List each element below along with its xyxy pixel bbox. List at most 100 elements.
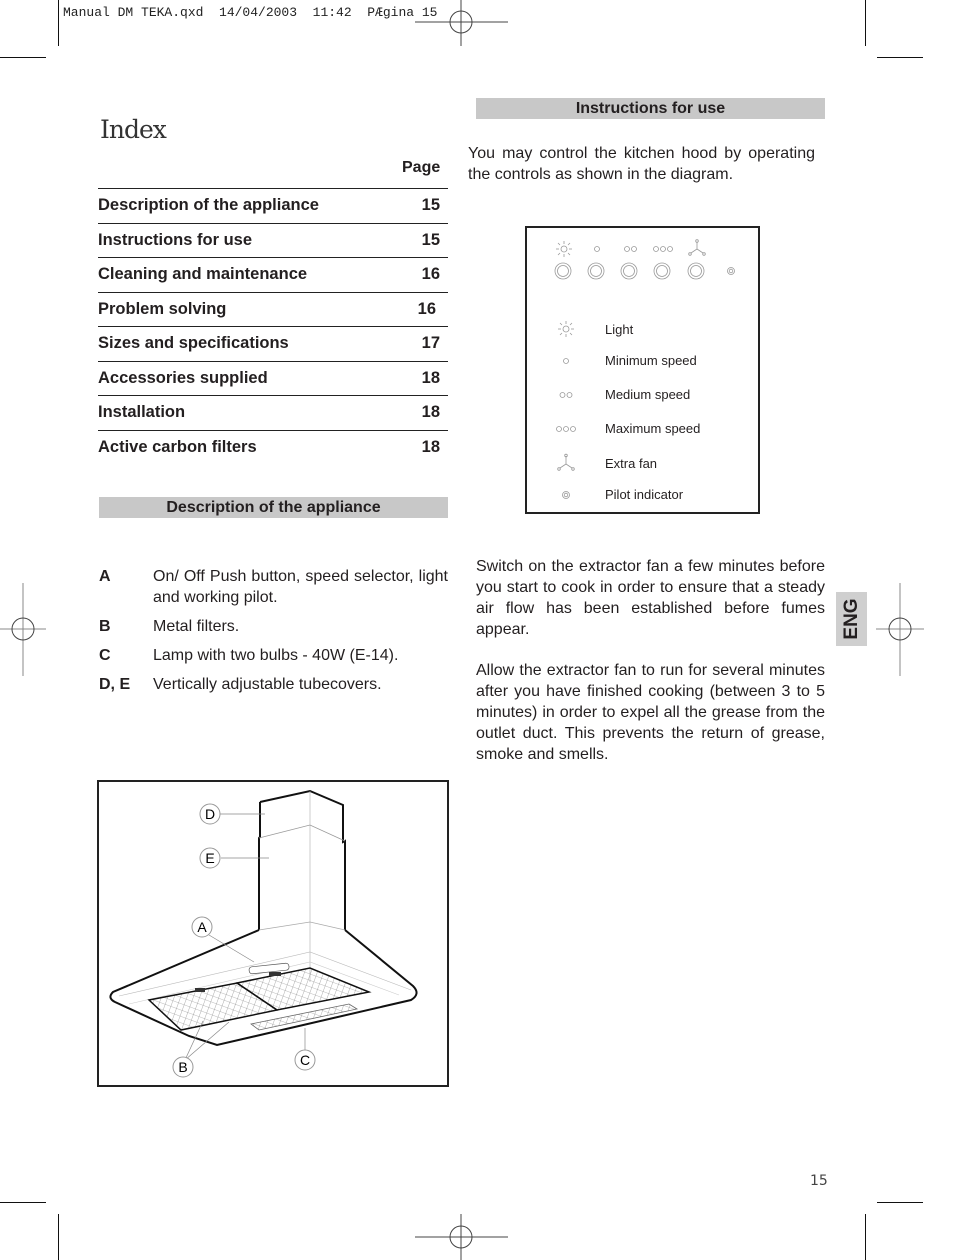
- legend-item-maximum-speed: Maximum speed: [527, 421, 700, 436]
- pilot-indicator-light: [727, 267, 735, 275]
- toc-page: 16: [417, 299, 436, 318]
- legend-item-pilot-indicator: Pilot indicator: [527, 487, 683, 502]
- callout-c: C: [294, 1049, 316, 1071]
- page-number: 15: [810, 1173, 828, 1189]
- legend-label: Minimum speed: [605, 353, 697, 368]
- crop-mark: [0, 1202, 46, 1203]
- part-text: Lamp with two bulbs - 40W (E-14).: [153, 647, 399, 664]
- knob-extra-fan[interactable]: [687, 262, 705, 280]
- legend-item-minimum-speed: Minimum speed: [527, 353, 697, 368]
- legend-item-extra-fan: Extra fan: [527, 453, 657, 473]
- parts-list: A On/ Off Push button, speed selector, li…: [99, 566, 448, 703]
- toc-entry[interactable]: Accessories supplied 18: [98, 362, 448, 396]
- minimum-speed-icon: [563, 357, 569, 364]
- table-of-contents: Description of the appliance 15 Instructi…: [98, 188, 448, 464]
- instructions-heading: Instructions for use: [476, 98, 825, 119]
- toc-label: Active carbon filters: [98, 437, 257, 456]
- part-item: B Metal filters.: [99, 616, 448, 637]
- part-key: D, E: [99, 676, 131, 693]
- part-text: Metal filters.: [153, 618, 240, 635]
- registration-mark-bottom: [415, 1214, 508, 1260]
- crop-mark: [865, 1214, 866, 1260]
- toc-page: 16: [421, 265, 440, 284]
- light-icon: [558, 321, 574, 337]
- knob-maximum-speed[interactable]: [653, 262, 671, 280]
- light-icon: [556, 241, 572, 257]
- part-key: B: [99, 618, 111, 635]
- toc-label: Accessories supplied: [98, 368, 268, 387]
- callout-b-label: B: [178, 1059, 187, 1075]
- legend-label: Medium speed: [605, 387, 691, 402]
- part-text: On/ Off Push button, speed selector, lig…: [153, 568, 448, 606]
- callout-d: D: [199, 803, 221, 825]
- knob-minimum-speed[interactable]: [587, 262, 605, 280]
- part-key: A: [99, 568, 111, 585]
- toc-page: 18: [421, 368, 440, 387]
- callout-a: A: [191, 916, 213, 938]
- part-item: D, E Vertically adjustable tubecovers.: [99, 674, 448, 695]
- maximum-speed-icon: [556, 425, 576, 432]
- legend-label: Light: [605, 321, 634, 337]
- callout-e: E: [199, 847, 221, 869]
- callout-d-label: D: [205, 806, 215, 822]
- instructions-paragraph-1: Switch on the extractor fan a few minute…: [476, 558, 825, 638]
- legend-label: Pilot indicator: [605, 487, 684, 502]
- toc-entry[interactable]: Problem solving 16: [98, 293, 448, 327]
- crop-mark: [0, 57, 46, 58]
- knob-medium-speed[interactable]: [620, 262, 638, 280]
- control-panel-diagram: Light Minimum speed Medium speed Maximum…: [525, 226, 760, 514]
- print-slug: Manual DM TEKA.qxd 14/04/2003 11:42 PÆgi…: [63, 5, 438, 20]
- toc-page: 17: [421, 334, 440, 353]
- toc-page: 15: [421, 196, 440, 215]
- extra-fan-icon: [688, 239, 706, 256]
- description-heading: Description of the appliance: [99, 497, 448, 518]
- callout-e-label: E: [205, 850, 214, 866]
- toc-page: 18: [421, 403, 440, 422]
- toc-label: Installation: [98, 403, 186, 422]
- part-key: C: [99, 647, 111, 664]
- callout-b: B: [172, 1056, 194, 1078]
- instructions-paragraph-2: Allow the extractor fan to run for sever…: [476, 662, 825, 763]
- language-tab: ENG: [836, 592, 867, 646]
- toc-entry[interactable]: Description of the appliance 15: [98, 189, 448, 224]
- crop-mark: [877, 57, 923, 58]
- crop-mark: [58, 1214, 59, 1260]
- pilot-indicator-icon: [562, 490, 570, 499]
- toc-label: Instructions for use: [98, 230, 253, 249]
- toc-label: Sizes and specifications: [98, 334, 289, 353]
- registration-mark-left: [0, 583, 46, 676]
- toc-entry[interactable]: Instructions for use 15: [98, 224, 448, 258]
- toc-label: Description of the appliance: [98, 196, 319, 215]
- legend-label: Maximum speed: [605, 421, 701, 436]
- part-item: C Lamp with two bulbs - 40W (E-14).: [99, 645, 448, 666]
- toc-entry[interactable]: Cleaning and maintenance 16: [98, 258, 448, 293]
- medium-speed-icon: [624, 246, 637, 252]
- medium-speed-icon: [559, 391, 573, 398]
- crop-mark: [865, 0, 866, 46]
- index-title: Index: [100, 115, 167, 144]
- toc-label: Problem solving: [98, 299, 227, 318]
- extra-fan-icon: [557, 453, 575, 471]
- instructions-intro: You may control the kitchen hood by oper…: [468, 145, 815, 183]
- toc-label: Cleaning and maintenance: [98, 265, 308, 284]
- legend-label: Extra fan: [605, 455, 658, 471]
- toc-page: 18: [421, 437, 440, 456]
- minimum-speed-icon: [594, 246, 600, 252]
- legend-item-medium-speed: Medium speed: [527, 387, 690, 402]
- crop-mark: [58, 0, 59, 46]
- toc-entry[interactable]: Installation 18: [98, 396, 448, 431]
- part-text: Vertically adjustable tubecovers.: [153, 676, 382, 693]
- hood-diagram: D E A B C: [97, 780, 449, 1087]
- hood-illustration: D E A B C: [109, 789, 418, 1078]
- knob-light[interactable]: [554, 262, 572, 280]
- page-column-header: Page: [402, 159, 441, 176]
- toc-entry[interactable]: Active carbon filters 18: [98, 431, 448, 465]
- registration-mark-right: [876, 583, 924, 676]
- callout-c-label: C: [300, 1052, 310, 1068]
- part-item: A On/ Off Push button, speed selector, li…: [99, 566, 448, 608]
- language-tab-label: ENG: [840, 598, 862, 640]
- toc-page: 15: [421, 230, 440, 249]
- legend-item-light: Light: [527, 319, 633, 339]
- callout-a-label: A: [197, 919, 207, 935]
- toc-entry[interactable]: Sizes and specifications 17: [98, 327, 448, 362]
